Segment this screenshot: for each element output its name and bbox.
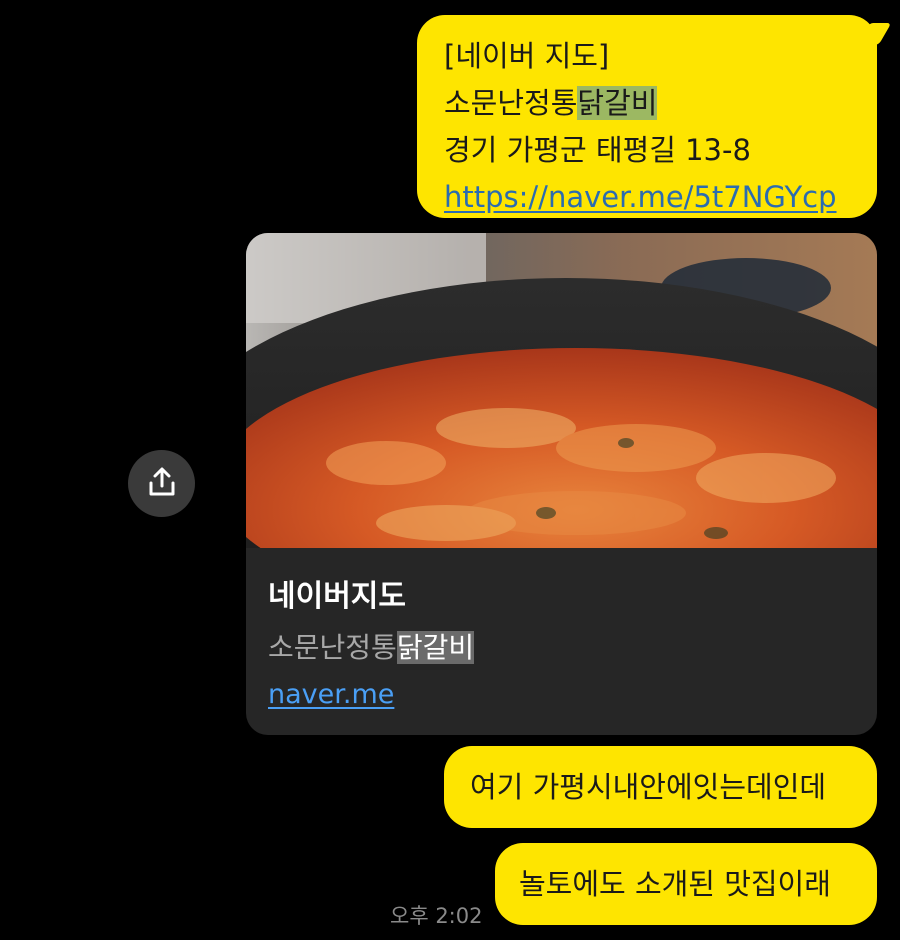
message-bubble-location[interactable]: [네이버 지도] 소문난정통닭갈비 경기 가평군 태평길 13-8 https:… <box>417 15 892 221</box>
link-preview-card[interactable]: 네이버지도 소문난정통닭갈비 naver.me <box>246 233 877 735</box>
card-url-link[interactable]: naver.me <box>268 679 394 710</box>
message-line-place: 소문난정통닭갈비 <box>444 80 853 127</box>
message-line-source: [네이버 지도] <box>444 39 610 73</box>
share-button[interactable] <box>128 450 195 517</box>
dakgalbi-food-photo[interactable] <box>246 233 877 548</box>
chat-screen: [네이버 지도] 소문난정통닭갈비 경기 가평군 태평길 13-8 https:… <box>0 0 900 940</box>
card-subtitle: 소문난정통닭갈비 <box>268 626 475 666</box>
place-name-highlight: 닭갈비 <box>577 86 658 120</box>
message-bubble-2[interactable]: 여기 가평시내안에잇는데인데 <box>444 746 877 828</box>
share-upload-icon <box>145 465 179 503</box>
card-title: 네이버지도 <box>268 579 406 614</box>
bubble-tail <box>856 23 892 45</box>
message-link[interactable]: https://naver.me/5t7NGYcp <box>444 174 853 221</box>
message-timestamp: 오후 2:02 <box>390 904 483 928</box>
card-subtitle-text: 소문난정통 <box>268 631 397 664</box>
message-line-address: 경기 가평군 태평길 13-8 <box>444 133 751 167</box>
place-name-text: 소문난정통 <box>444 86 578 120</box>
message-bubble-3[interactable]: 놀토에도 소개된 맛집이래 <box>495 843 877 925</box>
card-subtitle-highlight: 닭갈비 <box>396 631 475 664</box>
